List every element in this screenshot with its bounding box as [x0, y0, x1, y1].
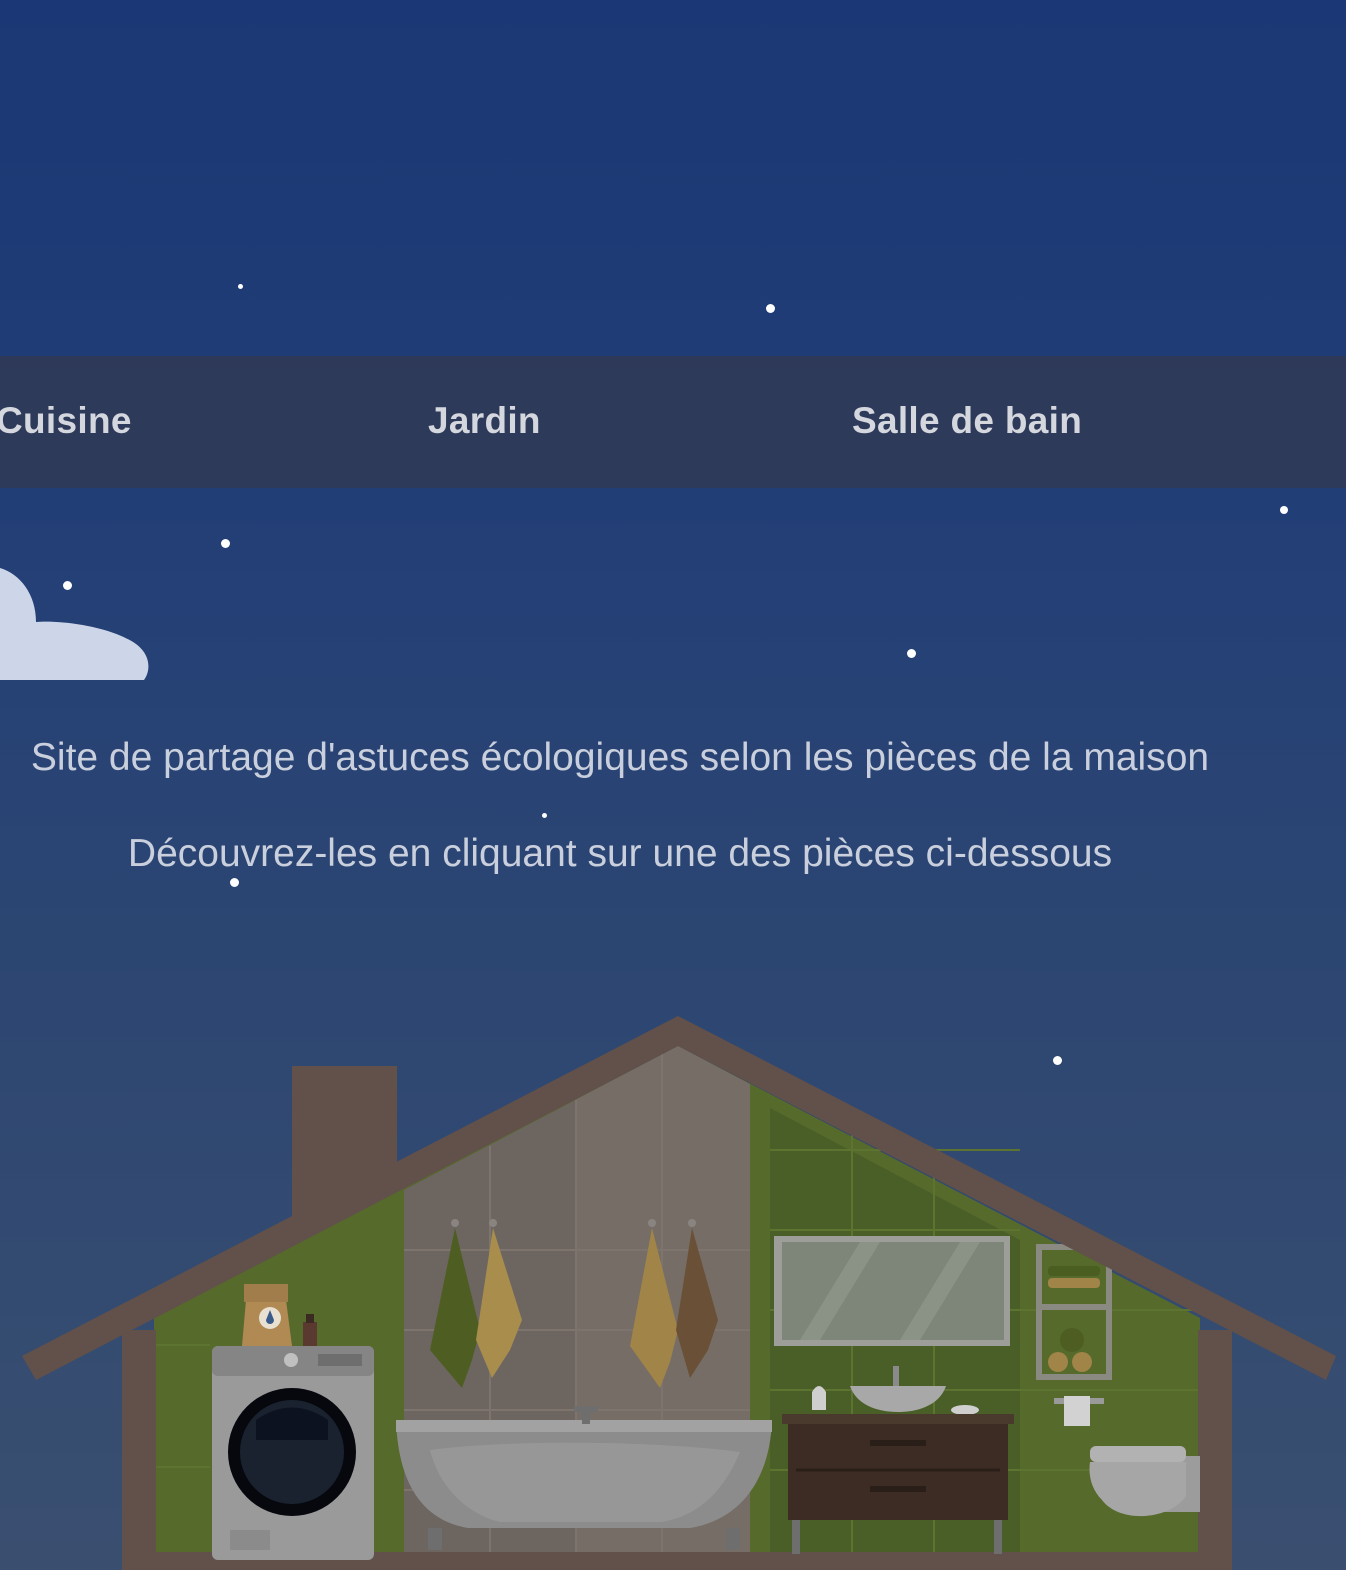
star-icon — [907, 649, 916, 658]
nav-link-salle-de-bain[interactable]: Salle de bain — [852, 400, 1082, 442]
main-navbar: Cuisine Jardin Salle de bain — [0, 356, 1346, 488]
house-illustration[interactable] — [0, 1000, 1346, 1570]
washing-machine[interactable] — [212, 1346, 374, 1560]
cloud-icon — [0, 568, 149, 680]
star-icon — [221, 539, 230, 548]
star-icon — [238, 284, 243, 289]
star-icon — [542, 813, 547, 818]
rooms-call-to-action: Découvrez-les en cliquant sur une des pi… — [127, 832, 1113, 875]
towel-shelf — [1036, 1244, 1112, 1380]
site-tagline: Site de partage d'astuces écologiques se… — [30, 736, 1210, 779]
star-icon — [1280, 506, 1288, 514]
star-icon — [766, 304, 775, 313]
nav-link-jardin[interactable]: Jardin — [428, 400, 541, 442]
bathroom-mirror — [774, 1236, 1010, 1346]
star-icon — [230, 878, 239, 887]
nav-link-cuisine[interactable]: Cuisine — [0, 400, 132, 442]
